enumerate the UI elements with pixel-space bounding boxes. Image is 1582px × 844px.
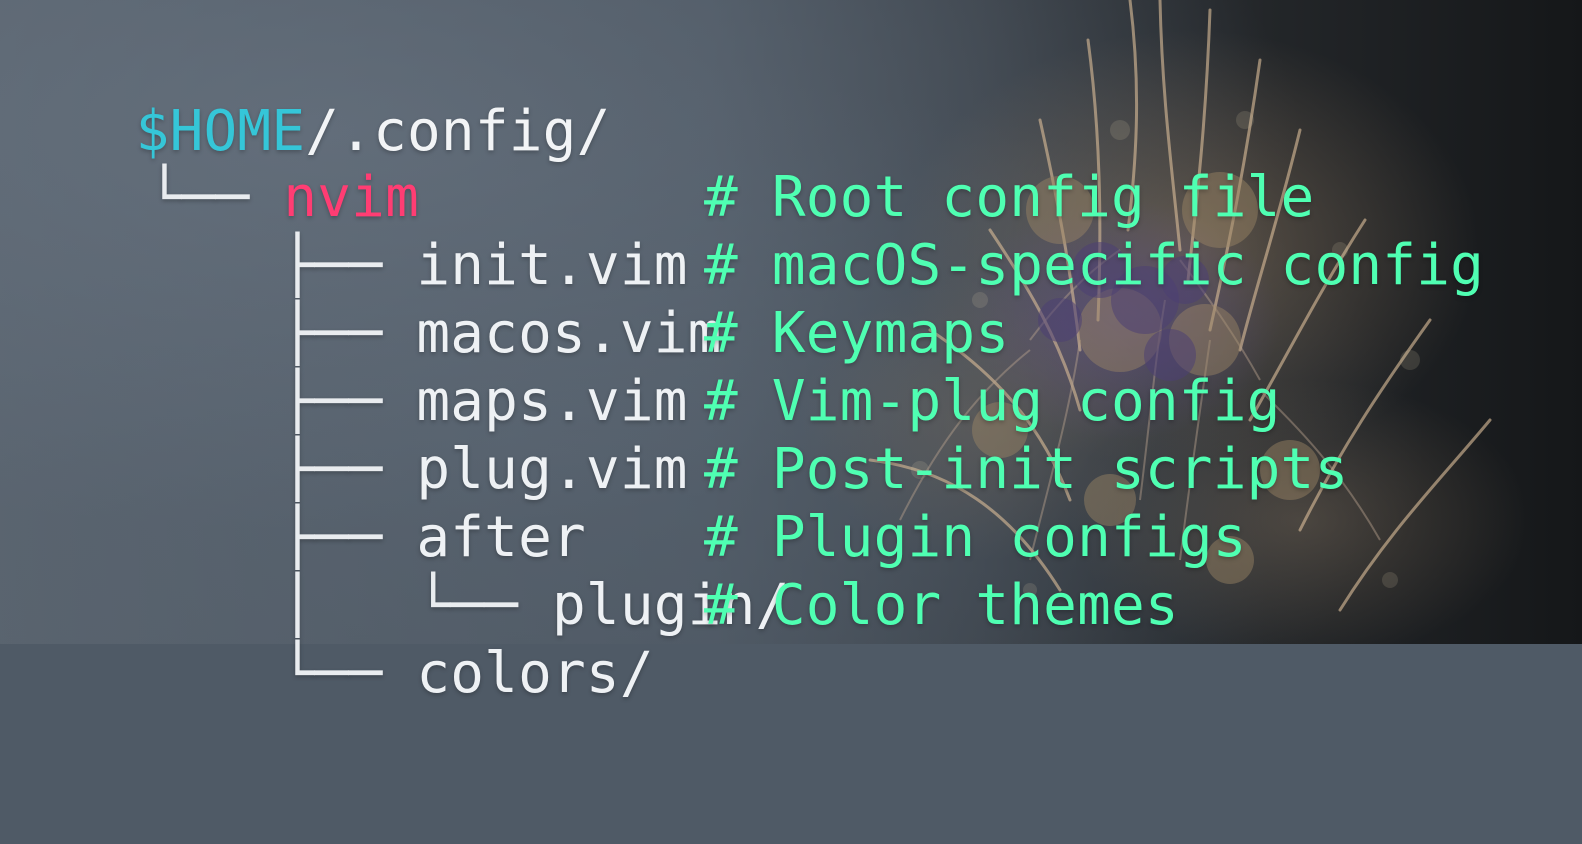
tree-item-colors: └── colors/ # Color themes — [145, 572, 1179, 706]
tree-item-plugin: │ └── plugin/ # Plugin configs — [145, 504, 1247, 638]
tree-item-maps: ├── maps.vim # Keymaps — [145, 300, 1009, 434]
tree-item-init: ├── init.vim # Root config file — [145, 164, 1315, 298]
file-comment: # macOS-specific config — [704, 233, 1485, 298]
tree-root-line: $HOME/.config/ — [0, 30, 611, 164]
file-comment: # Post-init scripts — [704, 437, 1349, 502]
tree-item-macos: ├── macos.vim # macOS-specific config — [145, 232, 1484, 366]
tree-branch-glyph: └── — [280, 641, 417, 706]
file-name: colors/ — [416, 641, 654, 706]
file-comment: # Keymaps — [704, 301, 1010, 366]
directory-tree: $HOME/.config/ └── nvim ├── init.vim # R… — [0, 0, 1582, 706]
file-comment: # Root config file — [704, 165, 1315, 230]
tree-item-after: ├── after # Post-init scripts — [145, 436, 1349, 570]
tree-item-plug: ├── plug.vim # Vim-plug config — [145, 368, 1281, 502]
file-comment: # Plugin configs — [704, 505, 1247, 570]
file-comment: # Color themes — [704, 573, 1179, 638]
tree-nvim-line: └── nvim — [12, 96, 419, 230]
file-comment: # Vim-plug config — [704, 369, 1281, 434]
